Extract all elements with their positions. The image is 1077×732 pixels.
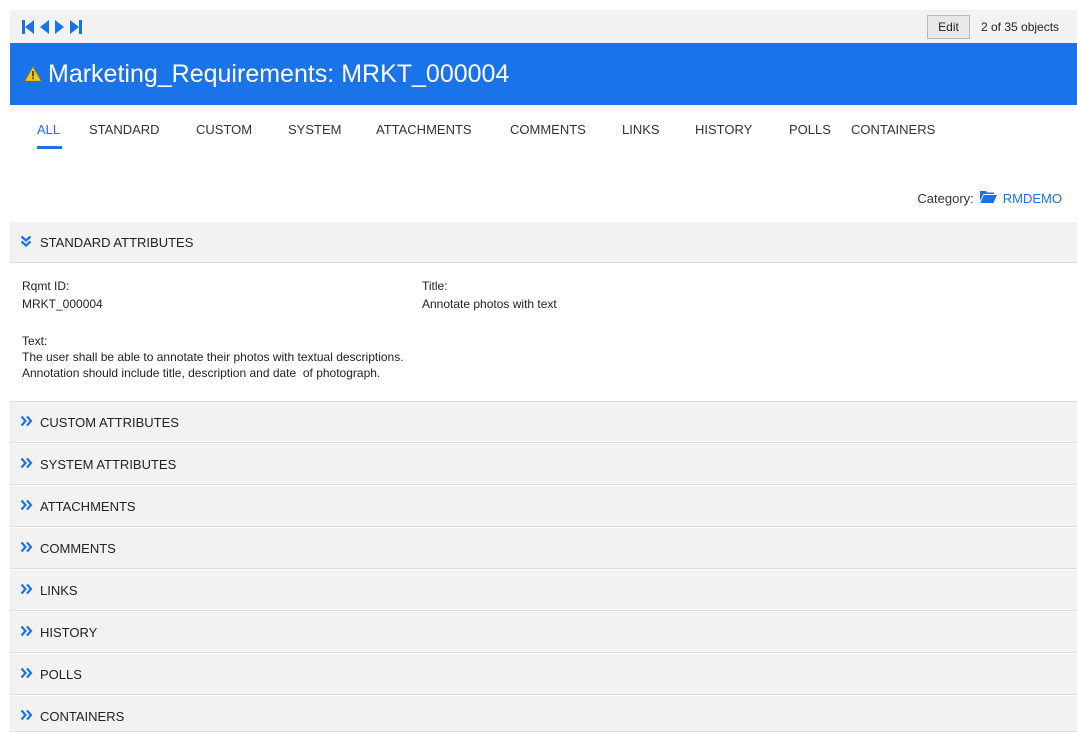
page-title: Marketing_Requirements: MRKT_000004 bbox=[48, 60, 510, 88]
previous-record-icon[interactable] bbox=[40, 20, 49, 34]
tab-comments[interactable]: COMMENTS bbox=[510, 122, 586, 138]
rqmt-id-label: Rqmt ID: bbox=[22, 279, 70, 293]
tab-all[interactable]: ALL bbox=[37, 122, 60, 138]
last-record-icon[interactable] bbox=[70, 20, 82, 34]
section-history[interactable]: HISTORY bbox=[10, 612, 1077, 653]
section-label: POLLS bbox=[40, 667, 82, 682]
tab-standard[interactable]: STANDARD bbox=[89, 122, 160, 138]
category-link[interactable]: RMDEMO bbox=[1003, 191, 1062, 206]
object-navigation-bar: Edit 2 of 35 objects bbox=[10, 10, 1077, 43]
section-custom-attributes[interactable]: CUSTOM ATTRIBUTES bbox=[10, 402, 1077, 443]
title-bar: Marketing_Requirements: MRKT_000004 bbox=[10, 43, 1077, 105]
rqmt-id-value: MRKT_000004 bbox=[22, 297, 103, 311]
text-value-line-1: The user shall be able to annotate their… bbox=[22, 350, 404, 364]
standard-attributes-body: Rqmt ID: MRKT_000004 Title: Annotate pho… bbox=[10, 263, 1077, 402]
tab-custom[interactable]: CUSTOM bbox=[196, 122, 252, 138]
section-label: CONTAINERS bbox=[40, 709, 125, 724]
section-label: HISTORY bbox=[40, 625, 98, 640]
title-value: Annotate photos with text bbox=[422, 297, 557, 311]
tab-links[interactable]: LINKS bbox=[622, 122, 660, 138]
section-label: STANDARD ATTRIBUTES bbox=[40, 235, 194, 250]
section-attachments[interactable]: ATTACHMENTS bbox=[10, 486, 1077, 527]
chevron-double-right-icon bbox=[20, 541, 33, 556]
category-field: Category: RMDEMO bbox=[917, 190, 1062, 206]
section-label: COMMENTS bbox=[40, 541, 116, 556]
section-system-attributes[interactable]: SYSTEM ATTRIBUTES bbox=[10, 444, 1077, 485]
section-links[interactable]: LINKS bbox=[10, 570, 1077, 611]
section-standard-attributes[interactable]: STANDARD ATTRIBUTES bbox=[10, 222, 1077, 263]
section-containers[interactable]: CONTAINERS bbox=[10, 696, 1077, 732]
title-label: Title: bbox=[422, 279, 448, 293]
text-value-line-2: Annotation should include title, descrip… bbox=[22, 366, 381, 380]
chevron-double-right-icon bbox=[20, 625, 33, 640]
section-label: ATTACHMENTS bbox=[40, 499, 136, 514]
tab-attachments[interactable]: ATTACHMENTS bbox=[376, 122, 472, 138]
edit-button[interactable]: Edit bbox=[927, 15, 970, 39]
first-record-icon[interactable] bbox=[22, 20, 34, 34]
text-label: Text: bbox=[22, 334, 48, 348]
warning-icon bbox=[24, 66, 42, 86]
chevron-double-right-icon bbox=[20, 667, 33, 682]
section-label: CUSTOM ATTRIBUTES bbox=[40, 415, 179, 430]
chevron-double-right-icon bbox=[20, 415, 33, 430]
tab-containers[interactable]: CONTAINERS bbox=[851, 122, 935, 138]
category-label: Category: bbox=[917, 190, 974, 206]
tab-history[interactable]: HISTORY bbox=[695, 122, 752, 138]
chevron-double-right-icon bbox=[20, 499, 33, 514]
chevron-double-down-icon bbox=[20, 235, 32, 250]
chevron-double-right-icon bbox=[20, 583, 33, 598]
next-record-icon[interactable] bbox=[55, 20, 64, 34]
active-tab-indicator bbox=[37, 146, 62, 149]
section-polls[interactable]: POLLS bbox=[10, 654, 1077, 695]
tab-system[interactable]: SYSTEM bbox=[288, 122, 341, 138]
folder-open-icon bbox=[979, 190, 997, 206]
section-label: LINKS bbox=[40, 583, 78, 598]
record-navigation-buttons bbox=[22, 19, 82, 35]
tab-polls[interactable]: POLLS bbox=[789, 122, 831, 138]
chevron-double-right-icon bbox=[20, 709, 33, 724]
chevron-double-right-icon bbox=[20, 457, 33, 472]
section-comments[interactable]: COMMENTS bbox=[10, 528, 1077, 569]
section-label: SYSTEM ATTRIBUTES bbox=[40, 457, 177, 472]
object-count: 2 of 35 objects bbox=[981, 20, 1060, 34]
